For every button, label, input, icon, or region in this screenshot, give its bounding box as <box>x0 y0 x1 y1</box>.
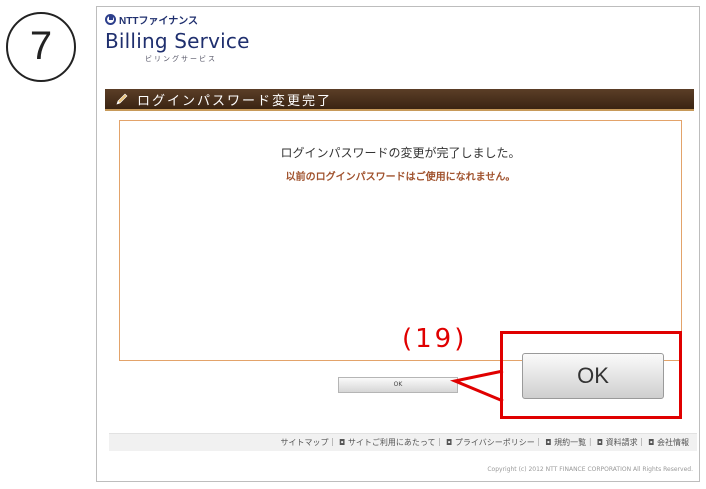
ok-button-zoomed: OK <box>522 353 664 399</box>
callout-label: (19) <box>402 324 468 354</box>
